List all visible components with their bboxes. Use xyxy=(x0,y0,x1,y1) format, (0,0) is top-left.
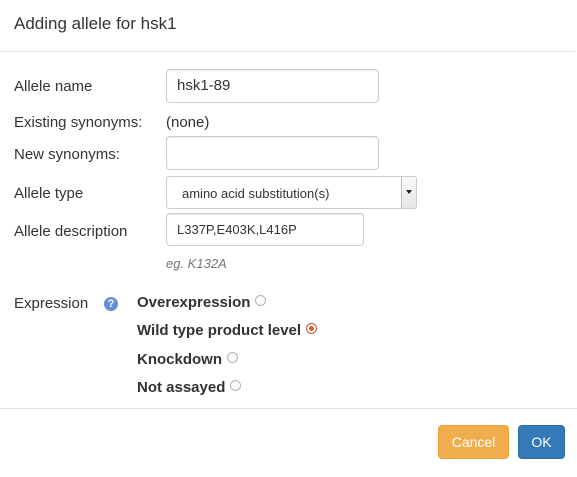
expression-option-overexpression[interactable]: Overexpression xyxy=(137,294,267,314)
allele-description-input[interactable]: L337P,E403K,L416P xyxy=(166,213,364,246)
radio-button[interactable] xyxy=(230,380,242,392)
existing-synonyms-value: (none) xyxy=(166,114,210,131)
allele-description-hint: eg. K132A xyxy=(166,256,227,271)
dialog-header: Adding allele for hsk1 xyxy=(0,0,575,52)
radio-label: Knockdown xyxy=(137,351,222,368)
dialog-footer: Cancel OK xyxy=(0,408,577,477)
radio-button[interactable] xyxy=(227,352,238,364)
allele-type-label: Allele type xyxy=(14,185,84,202)
radio-button[interactable] xyxy=(255,295,267,307)
dropdown-arrow-icon[interactable] xyxy=(401,177,416,208)
expression-option-not-assayed[interactable]: Not assayed xyxy=(137,379,242,399)
allele-description-label: Allele description xyxy=(14,223,128,240)
new-synonyms-label: New synonyms: xyxy=(14,146,120,163)
radio-label: Not assayed xyxy=(137,379,226,396)
allele-type-selected: amino acid substitution(s) xyxy=(182,186,330,201)
new-synonyms-input[interactable] xyxy=(166,136,379,170)
radio-button-checked[interactable] xyxy=(306,323,318,335)
add-allele-dialog: Adding allele for hsk1 Allele name hsk1-… xyxy=(0,0,577,476)
dialog-title: Adding allele for hsk1 xyxy=(14,14,177,33)
cancel-button[interactable]: Cancel xyxy=(438,425,509,459)
expression-option-wild-type[interactable]: Wild type product level xyxy=(137,322,318,342)
ok-button[interactable]: OK xyxy=(518,425,565,459)
allele-name-label: Allele name xyxy=(14,78,93,95)
allele-name-input[interactable]: hsk1-89 xyxy=(166,69,379,103)
radio-label: Wild type product level xyxy=(137,322,302,339)
radio-label: Overexpression xyxy=(137,294,251,311)
allele-type-select[interactable]: amino acid substitution(s) xyxy=(166,176,417,209)
existing-synonyms-label: Existing synonyms: xyxy=(14,114,143,131)
expression-option-knockdown[interactable]: Knockdown xyxy=(137,351,238,371)
expression-label: Expression xyxy=(14,295,89,312)
help-icon[interactable]: ? xyxy=(104,297,118,311)
